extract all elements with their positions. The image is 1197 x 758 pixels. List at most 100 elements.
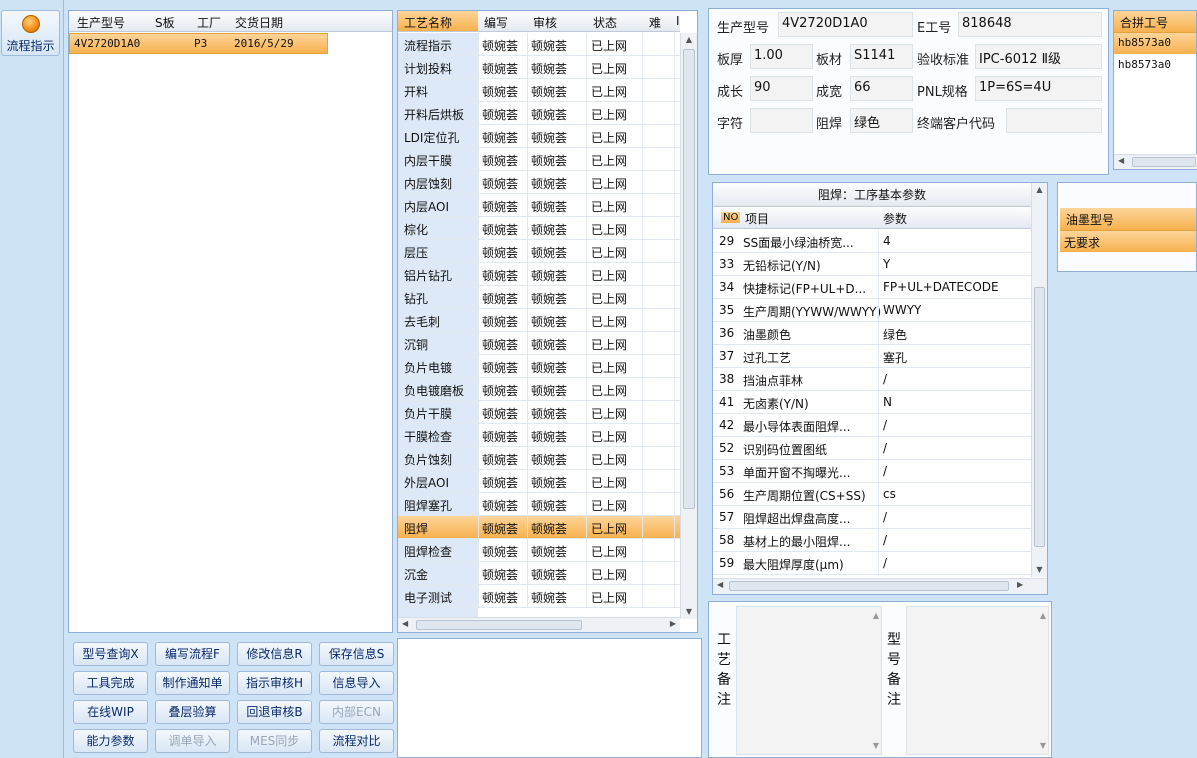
action-button[interactable]: 修改信息R [237,642,312,666]
process-row[interactable]: 流程指示 顿婉荟 顿婉荟 已上网 [398,33,680,56]
params-horizontal-scrollbar[interactable]: ◀ ▶ [713,578,1047,594]
process-row[interactable]: 负片干膜 顿婉荟 顿婉荟 已上网 [398,401,680,424]
ink-value[interactable]: 无要求 [1060,230,1196,252]
process-row[interactable]: 开料 顿婉荟 顿婉荟 已上网 [398,79,680,102]
customer-field[interactable] [1006,108,1102,133]
pnl-field[interactable]: 1P=6S=4U [975,76,1102,101]
process-row[interactable]: 负电镀磨板 顿婉荟 顿婉荟 已上网 [398,378,680,401]
model-remark-textarea[interactable]: ▲ ▼ [906,606,1049,755]
col-reviewer[interactable]: 审核 [533,14,557,31]
action-button[interactable]: 内部ECN [319,700,394,724]
process-vertical-scrollbar[interactable]: ▲ ▼ [680,33,697,619]
action-button[interactable]: 保存信息S [319,642,394,666]
e-no-field[interactable]: 818648 [958,12,1102,37]
action-button[interactable]: 在线WIP [73,700,148,724]
hscroll-thumb[interactable] [729,581,1009,591]
action-button[interactable]: 信息导入 [319,671,394,695]
action-button[interactable]: 型号查询X [73,642,148,666]
col-writer[interactable]: 编写 [484,14,508,31]
param-row[interactable]: 41 无卤素(Y/N) N [713,391,1031,414]
action-button[interactable]: 叠层验算 [155,700,230,724]
process-row[interactable]: 内层AOI 顿婉荟 顿婉荟 已上网 [398,194,680,217]
process-row[interactable]: 负片蚀刻 顿婉荟 顿婉荟 已上网 [398,447,680,470]
col-status[interactable]: 状态 [593,14,617,31]
process-row[interactable]: 内层干膜 顿婉荟 顿婉荟 已上网 [398,148,680,171]
thickness-field[interactable]: 1.00 [750,44,813,69]
col-no[interactable]: NO [721,212,741,223]
col-process-name[interactable]: 工艺名称 [404,14,452,31]
merge-item[interactable]: hb8573a0 [1114,54,1196,76]
scroll-down-icon[interactable]: ▼ [681,605,697,619]
action-button[interactable]: 指示审核H [237,671,312,695]
process-remark-textarea[interactable]: ▲ ▼ [736,606,882,755]
param-row[interactable]: 34 快捷标记(FP+UL+D... FP+UL+DATECODE [713,276,1031,299]
param-row[interactable]: 29 SS面最小绿油桥宽... 4 [713,230,1031,253]
scroll-up-icon[interactable]: ▲ [873,611,879,620]
col-factory[interactable]: 工厂 [197,14,221,31]
process-row[interactable]: 计划投料 顿婉荟 顿婉荟 已上网 [398,56,680,79]
process-row[interactable]: 外层AOI 顿婉荟 顿婉荟 已上网 [398,470,680,493]
scroll-left-icon[interactable]: ◀ [402,619,408,628]
param-row[interactable]: 57 阻焊超出焊盘高度... / [713,506,1031,529]
action-button[interactable]: 制作通知单 [155,671,230,695]
scroll-down-icon[interactable]: ▼ [1032,563,1047,577]
scroll-left-icon[interactable]: ◀ [1118,156,1124,165]
process-row[interactable]: 钻孔 顿婉荟 顿婉荟 已上网 [398,286,680,309]
ink-header[interactable]: 油墨型号 [1060,208,1196,230]
scroll-up-icon[interactable]: ▲ [1040,611,1046,620]
param-row[interactable]: 38 挡油点菲林 / [713,368,1031,391]
process-row[interactable]: 内层蚀刻 顿婉荟 顿婉荟 已上网 [398,171,680,194]
hscroll-thumb[interactable] [416,620,582,630]
process-row[interactable]: 电子测试 顿婉荟 顿婉荟 已上网 [398,585,680,608]
model-field[interactable]: 4V2720D1A0 [778,12,913,37]
param-row[interactable]: 56 生产周期位置(CS+SS) cs [713,483,1031,506]
param-row[interactable]: 58 基材上的最小阻焊... / [713,529,1031,552]
scroll-down-icon[interactable]: ▼ [1040,741,1046,750]
flow-indicator-button[interactable]: 流程指示 [1,10,60,56]
scroll-thumb[interactable] [683,49,695,509]
param-row[interactable]: 33 无铅标记(Y/N) Y [713,253,1031,276]
col-extra[interactable]: I [676,14,680,28]
width-field[interactable]: 66 [850,76,913,101]
param-row[interactable]: 59 最大阻焊厚度(μm) / [713,552,1031,575]
process-row[interactable]: 干膜检查 顿婉荟 顿婉荟 已上网 [398,424,680,447]
scroll-left-icon[interactable]: ◀ [717,580,723,589]
merge-horizontal-scrollbar[interactable]: ◀ [1114,154,1197,169]
process-row[interactable]: LDI定位孔 顿婉荟 顿婉荟 已上网 [398,125,680,148]
scroll-down-icon[interactable]: ▼ [873,741,879,750]
params-vertical-scrollbar[interactable]: ▲ ▼ [1031,183,1047,577]
col-model[interactable]: 生产型号 [77,14,125,31]
scroll-right-icon[interactable]: ▶ [670,619,676,628]
col-item[interactable]: 项目 [745,210,769,227]
param-row[interactable]: 36 油墨颜色 绿色 [713,322,1031,345]
standard-field[interactable]: IPC-6012 Ⅱ级 [975,44,1102,69]
scroll-up-icon[interactable]: ▲ [681,33,697,47]
product-row[interactable]: 4V2720D1A0 P3 2016/5/29 [69,33,328,54]
action-button[interactable]: 回退审核B [237,700,312,724]
char-field[interactable] [750,108,813,133]
process-row[interactable]: 层压 顿婉荟 顿婉荟 已上网 [398,240,680,263]
process-row[interactable]: 铝片钻孔 顿婉荟 顿婉荟 已上网 [398,263,680,286]
col-difficulty[interactable]: 难 [649,14,661,31]
param-row[interactable]: 37 过孔工艺 塞孔 [713,345,1031,368]
action-button[interactable]: 流程对比 [319,729,394,753]
length-field[interactable]: 90 [750,76,813,101]
scroll-thumb[interactable] [1034,287,1045,547]
process-row[interactable]: 棕化 顿婉荟 顿婉荟 已上网 [398,217,680,240]
process-row[interactable]: 负片电镀 顿婉荟 顿婉荟 已上网 [398,355,680,378]
merge-item[interactable]: hb8573a0 [1114,32,1196,54]
process-horizontal-scrollbar[interactable]: ◀ ▶ [398,617,680,632]
action-button[interactable]: 工具完成 [73,671,148,695]
scroll-up-icon[interactable]: ▲ [1032,183,1047,197]
process-row[interactable]: 开料后烘板 顿婉荟 顿婉荟 已上网 [398,102,680,125]
param-row[interactable]: 53 单面开窗不掏曝光... / [713,460,1031,483]
param-row[interactable]: 42 最小导体表面阻焊... / [713,414,1031,437]
process-row[interactable]: 沉金 顿婉荟 顿婉荟 已上网 [398,562,680,585]
scroll-right-icon[interactable]: ▶ [1017,580,1023,589]
param-row[interactable]: 52 识别码位置图纸 / [713,437,1031,460]
col-date[interactable]: 交货日期 [235,14,283,31]
hscroll-thumb[interactable] [1132,157,1196,167]
col-value[interactable]: 参数 [883,210,907,227]
process-row[interactable]: 沉铜 顿婉荟 顿婉荟 已上网 [398,332,680,355]
action-button[interactable]: 能力参数 [73,729,148,753]
